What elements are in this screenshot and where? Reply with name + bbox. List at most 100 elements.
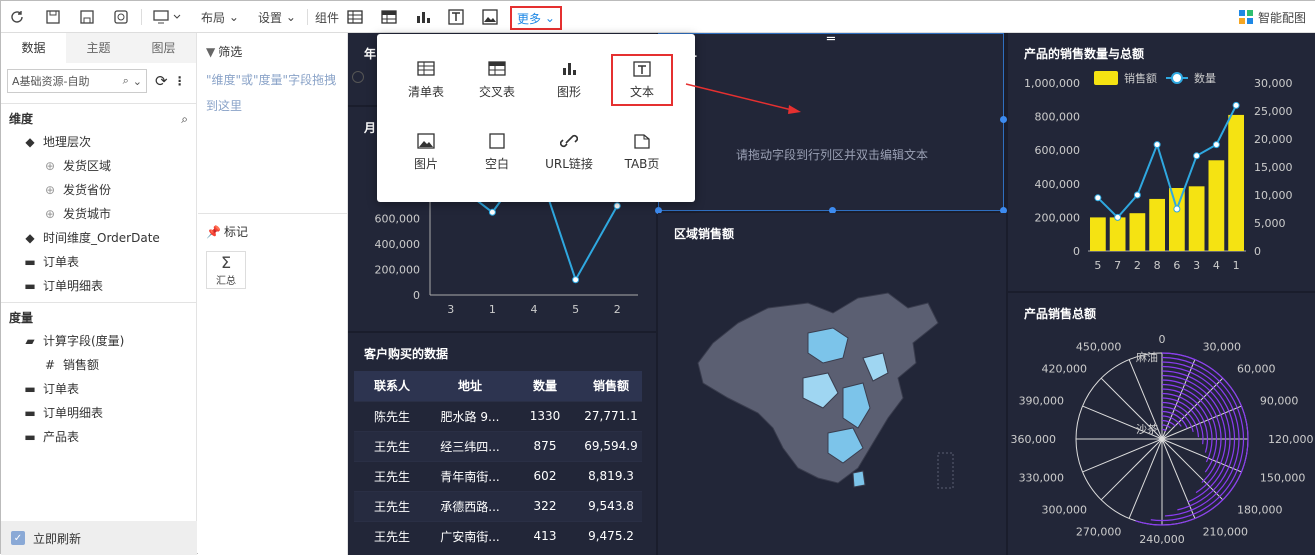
table-row[interactable]: 王先生 广安南街... 413 9,475.2 bbox=[354, 520, 642, 551]
column-header[interactable]: 联系人 bbox=[354, 371, 430, 401]
search-icon: ⌕ bbox=[122, 74, 129, 87]
tree-item[interactable]: ▬ 订单明细表 bbox=[1, 401, 196, 425]
table-cell: 肥水路 9... bbox=[430, 400, 510, 431]
tree-item-label: 订单表 bbox=[43, 382, 80, 396]
tree-item[interactable]: ▬ 订单明细表 bbox=[1, 274, 196, 298]
measure-section-title: 度量 bbox=[9, 311, 34, 325]
dropdown-item-table[interactable]: 清单表 bbox=[395, 54, 457, 106]
dropdown-item-blank[interactable]: 空白 bbox=[466, 126, 528, 178]
radio-icon[interactable] bbox=[352, 71, 364, 83]
column-header[interactable]: 销售额 bbox=[580, 371, 642, 401]
dropdown-item-text[interactable]: 文本 bbox=[611, 54, 673, 106]
globe-icon: ⊕ bbox=[44, 159, 56, 173]
dropdown-item-crosstab[interactable]: 交叉表 bbox=[466, 54, 528, 106]
dropdown-item-chart[interactable]: 图形 bbox=[538, 54, 600, 106]
tree-item[interactable]: ⊕ 发货省份 bbox=[1, 178, 196, 202]
tree-item[interactable]: ▬ 订单表 bbox=[1, 250, 196, 274]
polar-panel[interactable]: 产品销售总额 0 30,000 60,000 90,000 120,000 150,000… bbox=[1008, 293, 1315, 555]
chevron-down-icon: ⌄ bbox=[285, 10, 296, 24]
column-header[interactable]: 数量 bbox=[510, 371, 580, 401]
dropdown-item-tab[interactable]: TAB页 bbox=[611, 126, 673, 178]
table-row[interactable]: 王先生 经三纬四... 875 69,594.9 bbox=[354, 430, 642, 461]
table-cell: 王先生 bbox=[354, 490, 430, 521]
table-row[interactable]: 王先生 青年南街... 602 8,819.3 bbox=[354, 460, 642, 491]
y-tick-label: 200,000 bbox=[375, 264, 421, 277]
text-placeholder[interactable]: 请拖动字段到行列区并双击编辑文本 bbox=[659, 146, 1005, 163]
column-header[interactable]: 地址 bbox=[430, 371, 510, 401]
polar-category-label: 麻油 bbox=[1136, 350, 1158, 364]
tree-item[interactable]: # 销售额 bbox=[1, 353, 196, 377]
layers-icon: ◆ bbox=[25, 231, 35, 245]
bar bbox=[1109, 217, 1126, 251]
components-label: 组件 bbox=[315, 10, 340, 25]
data-point bbox=[1094, 194, 1102, 202]
settings-menu[interactable]: 设置 ⌄ bbox=[258, 7, 296, 27]
more-vertical-icon[interactable]: ⋮ bbox=[174, 74, 186, 88]
refresh-icon[interactable] bbox=[9, 7, 25, 27]
table-icon[interactable] bbox=[347, 7, 363, 27]
text-component[interactable]: 1 请拖动字段到行列区并双击编辑文本 ═ bbox=[655, 32, 1007, 214]
tree-item[interactable]: ⊕ 发货城市 bbox=[1, 202, 196, 226]
chart-icon[interactable] bbox=[415, 7, 431, 27]
tree-item[interactable]: ▬ 订单表 bbox=[1, 377, 196, 401]
tab-icon bbox=[634, 133, 650, 149]
save-as-icon[interactable] bbox=[79, 7, 95, 27]
polar-angle-label: 330,000 bbox=[1019, 471, 1064, 484]
table-cell: 9,543.8 bbox=[580, 490, 642, 521]
text-icon[interactable] bbox=[448, 7, 464, 27]
customers-panel[interactable]: 客户购买的数据 联系人 地址 数量 销售额 陈先生 肥水路 9... 1330 27,771.… bbox=[348, 333, 656, 555]
polar-angle-label: 240,000 bbox=[1139, 533, 1185, 546]
dropdown-item-image[interactable]: 图片 bbox=[395, 126, 457, 178]
pin-icon: 📌 bbox=[206, 224, 221, 239]
drag-handle-icon[interactable]: ═ bbox=[827, 32, 835, 47]
more-button[interactable]: 更多 ⌄ bbox=[510, 6, 562, 30]
polar-angle-label: 300,000 bbox=[1042, 504, 1088, 517]
tree-item[interactable]: ◆ 时间维度_OrderDate bbox=[1, 226, 196, 250]
tab-layers[interactable]: 图层 bbox=[131, 33, 196, 63]
sales-combo-chart: 1,000,000800,000600,000400,000200,000030… bbox=[1024, 71, 1293, 272]
tree-item-label: 时间维度_OrderDate bbox=[43, 231, 160, 245]
smart-chart-button[interactable]: 智能配图 bbox=[1238, 7, 1306, 27]
resize-handle[interactable] bbox=[1000, 116, 1007, 123]
polar-chart: 0 30,000 60,000 90,000 120,000 150,000 180,000… bbox=[1011, 333, 1314, 546]
device-icon[interactable] bbox=[153, 7, 183, 27]
blank-icon bbox=[489, 132, 505, 149]
preview-icon[interactable] bbox=[113, 7, 129, 27]
tree-item[interactable]: ▬ 产品表 bbox=[1, 425, 196, 449]
y2-tick-label: 20,000 bbox=[1254, 133, 1293, 146]
search-icon[interactable]: ⌕ bbox=[181, 108, 188, 130]
tab-theme[interactable]: 主题 bbox=[66, 33, 131, 63]
filter-drop-zone[interactable]: "维度"或"度量"字段拖拽到这里 bbox=[206, 67, 340, 119]
table-row[interactable]: 王先生 承德西路... 322 9,543.8 bbox=[354, 490, 642, 521]
checkbox-checked-icon[interactable]: ✓ bbox=[11, 531, 25, 545]
tree-item[interactable]: ⊕ 发货区域 bbox=[1, 154, 196, 178]
summary-mark[interactable]: Σ 汇总 bbox=[206, 251, 246, 289]
refresh-icon[interactable]: ⟳ bbox=[155, 72, 168, 90]
save-icon[interactable] bbox=[45, 7, 61, 27]
tree-item-label: 地理层次 bbox=[43, 135, 92, 149]
dropdown-item-link[interactable]: URL链接 bbox=[538, 126, 600, 178]
auto-refresh-toggle[interactable]: ✓ 立即刷新 bbox=[1, 521, 197, 555]
table-row[interactable]: 陈先生 肥水路 9... 1330 27,771.1 bbox=[354, 400, 642, 431]
dropdown-item-label: 文本 bbox=[629, 84, 654, 99]
polar-angle-label: 450,000 bbox=[1076, 341, 1122, 354]
table-cell: 广安南街... bbox=[430, 520, 510, 551]
x-tick-label: 4 bbox=[531, 303, 538, 316]
y-tick-label: 0 bbox=[413, 289, 420, 302]
sales-combo-panel[interactable]: 产品的销售数量与总额 1,000,000 800,000 600,000 400,00… bbox=[1008, 33, 1315, 291]
x-tick-label: 2 bbox=[1134, 259, 1141, 272]
image-icon[interactable] bbox=[482, 7, 498, 27]
y-tick-label: 400,000 bbox=[375, 238, 421, 251]
datasource-select[interactable]: A基础资源-自助 ⌕ ⌄ bbox=[7, 69, 147, 93]
dropdown-item-label: 清单表 bbox=[407, 84, 444, 99]
tab-data[interactable]: 数据 bbox=[1, 33, 66, 63]
crosstab-icon[interactable] bbox=[381, 7, 397, 27]
tree-item-label: 订单表 bbox=[43, 255, 80, 269]
tree-item[interactable]: ▰ 计算字段(度量) bbox=[1, 329, 196, 353]
y-tick-label: 600,000 bbox=[1035, 144, 1081, 157]
layout-menu[interactable]: 布局 ⌄ bbox=[201, 7, 239, 27]
table-cell: 1330 bbox=[510, 400, 580, 431]
tree-item[interactable]: ◆ 地理层次 bbox=[1, 130, 196, 154]
region-map-panel[interactable]: 区域销售额 bbox=[658, 213, 1006, 555]
data-point bbox=[572, 276, 580, 284]
